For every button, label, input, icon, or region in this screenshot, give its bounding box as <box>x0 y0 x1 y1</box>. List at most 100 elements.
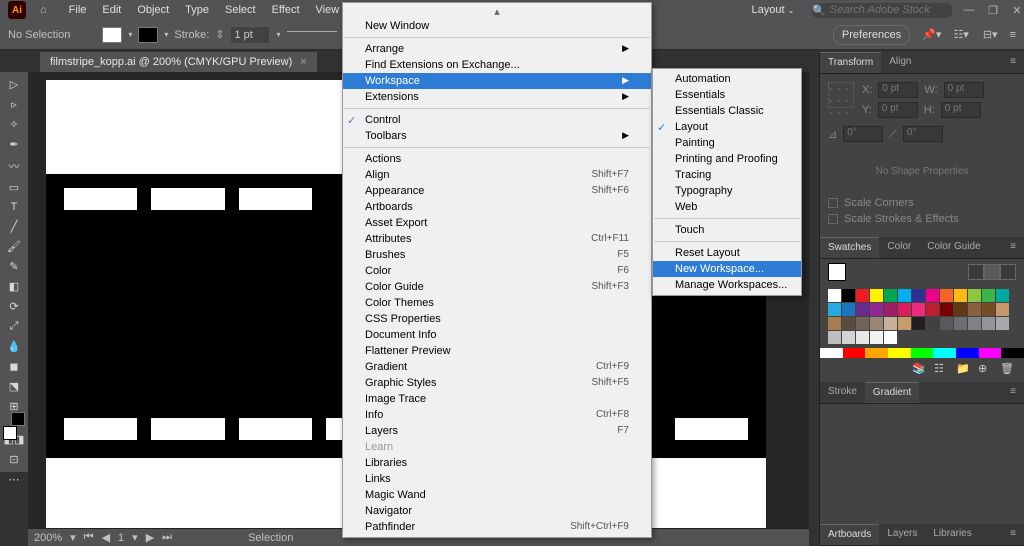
tab-align[interactable]: Align <box>881 52 919 73</box>
menu-item-image-trace[interactable]: Image Trace <box>343 391 651 407</box>
menu-item-graphic-styles[interactable]: Graphic StylesShift+F5 <box>343 375 651 391</box>
new-swatch-icon[interactable]: ⊕ <box>978 362 994 378</box>
screen-mode-tool[interactable]: ⊡ <box>6 453 22 466</box>
workspace-switcher[interactable]: Layout ⌄ <box>734 2 813 18</box>
menu-item-navigator[interactable]: Navigator <box>343 503 651 519</box>
swatch[interactable] <box>968 303 981 316</box>
swatch[interactable] <box>996 317 1009 330</box>
menu-item-manage-workspaces-[interactable]: Manage Workspaces... <box>653 277 801 293</box>
line-tool[interactable]: ╱ <box>6 220 22 233</box>
swatch[interactable] <box>968 317 981 330</box>
menu-item-toolbars[interactable]: Toolbars▶ <box>343 128 651 144</box>
delete-swatch-icon[interactable]: 🗑 <box>1000 362 1016 378</box>
menu-edit[interactable]: Edit <box>94 0 129 20</box>
menu-item-color-guide[interactable]: Color GuideShift+F3 <box>343 279 651 295</box>
menu-item-gradient[interactable]: GradientCtrl+F9 <box>343 359 651 375</box>
direct-selection-tool[interactable]: ▹ <box>6 98 22 111</box>
artboard-nav-first[interactable]: ⏮ <box>84 531 94 544</box>
document-tab[interactable]: filmstripe_kopp.ai @ 200% (CMYK/GPU Prev… <box>40 52 317 72</box>
menu-item-essentials[interactable]: Essentials <box>653 87 801 103</box>
rotate-tool[interactable]: ⟳ <box>6 300 22 313</box>
tab-color-guide[interactable]: Color Guide <box>919 237 988 258</box>
swatch[interactable] <box>912 289 925 302</box>
menu-item-typography[interactable]: Typography <box>653 183 801 199</box>
artboard-number[interactable]: 1 <box>118 532 124 544</box>
swatch[interactable] <box>954 303 967 316</box>
window-close[interactable]: ✕ <box>1010 4 1024 17</box>
swatch[interactable] <box>912 303 925 316</box>
menu-item-control[interactable]: ✓Control <box>343 112 651 128</box>
menu-item-color-themes[interactable]: Color Themes <box>343 295 651 311</box>
arrange-docs-icon[interactable]: ☷▾ <box>953 28 968 41</box>
swatch[interactable] <box>940 289 953 302</box>
swatch[interactable] <box>926 303 939 316</box>
swatch[interactable] <box>870 289 883 302</box>
swatch[interactable] <box>940 317 953 330</box>
tab-libraries[interactable]: Libraries <box>925 524 979 545</box>
menu-item-workspace[interactable]: Workspace▶ <box>343 73 651 89</box>
swatch[interactable] <box>870 303 883 316</box>
swatch[interactable] <box>996 289 1009 302</box>
menu-item-touch[interactable]: Touch <box>653 222 801 238</box>
menu-item-magic-wand[interactable]: Magic Wand <box>343 487 651 503</box>
swatch[interactable] <box>912 317 925 330</box>
swatch[interactable] <box>856 303 869 316</box>
menu-item-asset-export[interactable]: Asset Export <box>343 215 651 231</box>
menu-select[interactable]: Select <box>217 0 264 20</box>
menu-file[interactable]: File <box>61 0 95 20</box>
tab-close-icon[interactable]: × <box>300 56 306 68</box>
menu-item-reset-layout[interactable]: Reset Layout <box>653 245 801 261</box>
menu-item-extensions[interactable]: Extensions▶ <box>343 89 651 105</box>
menu-item-links[interactable]: Links <box>343 471 651 487</box>
swatch[interactable] <box>954 289 967 302</box>
tab-color[interactable]: Color <box>879 237 919 258</box>
rotate-input[interactable]: 0° <box>843 126 883 142</box>
swatch[interactable] <box>940 303 953 316</box>
swatch[interactable] <box>842 289 855 302</box>
search-input[interactable] <box>812 3 952 18</box>
checkbox-scale-strokes[interactable] <box>828 214 838 224</box>
swatch[interactable] <box>926 289 939 302</box>
eraser-tool[interactable]: ◧ <box>6 280 22 293</box>
menu-item-brushes[interactable]: BrushesF5 <box>343 247 651 263</box>
swatch[interactable] <box>856 317 869 330</box>
artboard-nav-prev[interactable]: ◀ <box>102 531 110 544</box>
menu-item-web[interactable]: Web <box>653 199 801 215</box>
menu-item-layers[interactable]: LayersF7 <box>343 423 651 439</box>
swatch-view-large[interactable] <box>1000 264 1016 280</box>
menu-object[interactable]: Object <box>129 0 177 20</box>
swatch[interactable] <box>870 331 883 344</box>
swatch[interactable] <box>898 303 911 316</box>
align-options-icon[interactable]: ⊟▾ <box>983 28 998 41</box>
tab-transform[interactable]: Transform <box>820 52 881 73</box>
fill-swatch[interactable] <box>102 27 122 43</box>
window-minimize[interactable]: — <box>962 4 976 16</box>
tab-swatches[interactable]: Swatches <box>820 237 879 258</box>
menu-item-attributes[interactable]: AttributesCtrl+F11 <box>343 231 651 247</box>
w-input[interactable]: 0 pt <box>944 82 984 98</box>
pin-icon[interactable]: 📌▾ <box>922 28 941 41</box>
menu-item-new-workspace-[interactable]: New Workspace... <box>653 261 801 277</box>
artboard-nav-next[interactable]: ▶ <box>146 531 154 544</box>
menu-item-automation[interactable]: Automation <box>653 71 801 87</box>
stroke-stepper-icon[interactable]: ⇕ <box>215 28 224 41</box>
swatch[interactable] <box>828 303 841 316</box>
window-restore[interactable]: ❐ <box>986 4 1000 17</box>
h-input[interactable]: 0 pt <box>941 102 981 118</box>
swatch[interactable] <box>842 317 855 330</box>
magic-wand-tool[interactable]: ✧ <box>6 118 22 131</box>
swatch[interactable] <box>828 331 841 344</box>
tab-layers[interactable]: Layers <box>879 524 925 545</box>
panel-menu-icon[interactable]: ≡ <box>1002 52 1024 73</box>
reference-point-icon[interactable]: ········· <box>828 82 854 108</box>
selection-tool[interactable]: ▷ <box>6 78 22 91</box>
swatch[interactable] <box>954 317 967 330</box>
preferences-button[interactable]: Preferences <box>833 25 910 45</box>
menu-item-libraries[interactable]: Libraries <box>343 455 651 471</box>
current-fill-swatch[interactable] <box>828 263 846 281</box>
swatch[interactable] <box>898 289 911 302</box>
curvature-tool[interactable]: 〰 <box>6 158 22 174</box>
swatch[interactable] <box>842 303 855 316</box>
stroke-swatch[interactable] <box>138 27 158 43</box>
swatch[interactable] <box>842 331 855 344</box>
